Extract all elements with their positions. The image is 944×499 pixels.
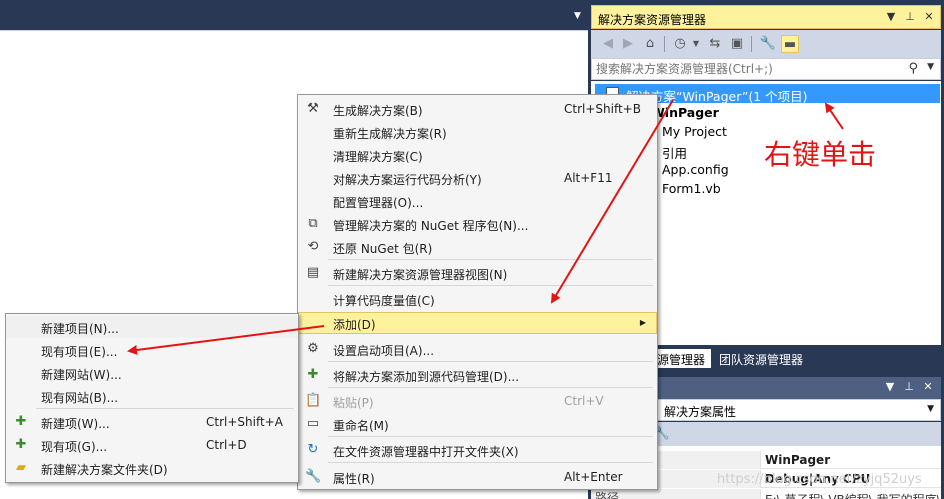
arrow-to-solution-node (824, 102, 844, 130)
annotation-arrows (127, 99, 844, 355)
arrow-to-existing-project (127, 325, 325, 355)
arrow-to-add-item (550, 99, 674, 304)
